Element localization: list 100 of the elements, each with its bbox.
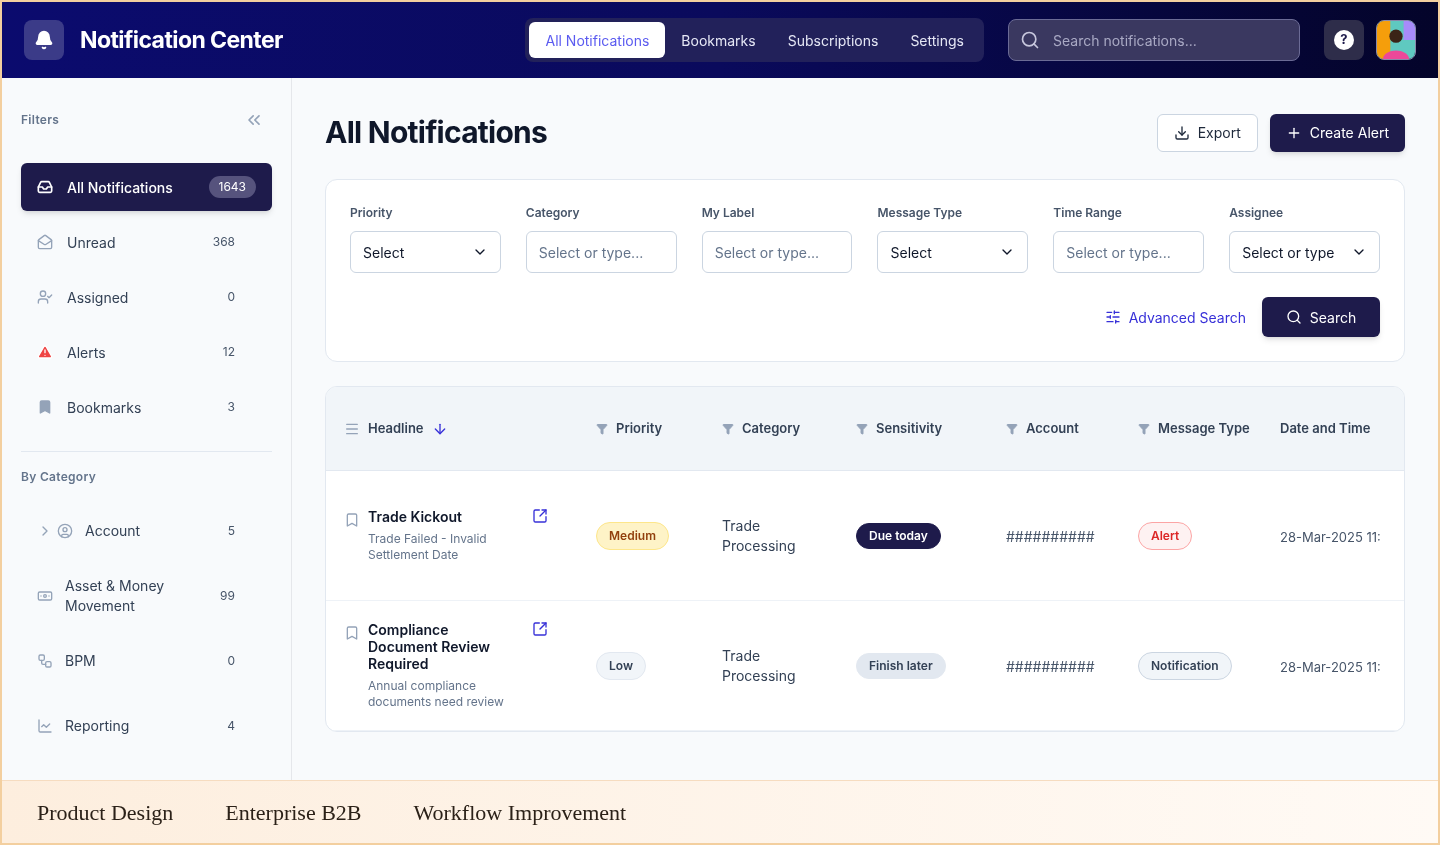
flow-icon bbox=[37, 652, 53, 669]
search-field[interactable]: Search notifications... bbox=[1008, 19, 1300, 61]
priority-badge: Low bbox=[596, 651, 646, 680]
inbox-icon bbox=[37, 179, 53, 195]
filter-item[interactable]: Assigned 0 bbox=[21, 273, 272, 321]
headline: Trade Kickout bbox=[368, 508, 463, 525]
category-count: 4 bbox=[227, 716, 235, 735]
category-count: 5 bbox=[227, 521, 235, 540]
column-header[interactable]: Date and Time bbox=[1280, 418, 1404, 439]
nav-tab[interactable]: Subscriptions bbox=[771, 22, 895, 58]
account-cell: ########## bbox=[1006, 657, 1095, 675]
field-label: Message Type bbox=[877, 204, 964, 222]
column-header[interactable]: Sensitivity bbox=[856, 418, 1006, 439]
category-item[interactable]: Asset & Money Movement 99 bbox=[21, 563, 272, 628]
account-cell: ########## bbox=[1006, 527, 1095, 545]
category-count: 0 bbox=[227, 651, 235, 670]
app-title: Notification Center bbox=[80, 24, 283, 56]
date-cell: 28-Mar-2025 11: bbox=[1280, 528, 1381, 545]
filter-icon bbox=[596, 422, 608, 435]
message-type-badge: Alert bbox=[1138, 521, 1193, 550]
category-item[interactable]: Account 5 bbox=[21, 498, 272, 563]
create-alert-button[interactable]: Create Alert bbox=[1269, 113, 1405, 152]
sensitivity-badge: Finish later bbox=[856, 653, 946, 679]
category-item[interactable]: Reporting 4 bbox=[21, 693, 272, 758]
column-header[interactable]: Priority bbox=[596, 418, 722, 439]
filter-icon bbox=[1138, 422, 1150, 435]
chart-icon bbox=[37, 717, 53, 734]
search-button[interactable]: Search bbox=[1262, 297, 1380, 337]
category-label: Reporting bbox=[65, 715, 131, 736]
headline-detail: Annual compliance documents need review bbox=[368, 678, 505, 710]
category-count: 99 bbox=[220, 586, 235, 605]
filter-icon bbox=[722, 422, 734, 435]
category-label: BPM bbox=[65, 650, 97, 671]
item-count: 3 bbox=[227, 398, 235, 416]
category-cell-text: Trade Processing bbox=[722, 515, 797, 556]
page-title: All Notifications bbox=[325, 113, 548, 152]
field-label: Time Range bbox=[1053, 204, 1123, 222]
headline: Compliance Document Review Required bbox=[368, 621, 491, 672]
user-icon bbox=[57, 522, 73, 539]
date-cell: 28-Mar-2025 11: bbox=[1280, 658, 1381, 675]
filter-label: All Notifications bbox=[67, 177, 174, 198]
advanced-search-link[interactable]: Advanced Search bbox=[1104, 306, 1246, 328]
filter-item[interactable]: Alerts 12 bbox=[21, 328, 272, 376]
avatar[interactable] bbox=[1376, 20, 1416, 60]
field-label: Category bbox=[525, 204, 581, 222]
select-field[interactable]: Select bbox=[350, 231, 501, 273]
column-header[interactable]: Category bbox=[722, 418, 856, 439]
message-type-badge: Notification bbox=[1138, 651, 1232, 680]
count-badge: 1643 bbox=[208, 176, 256, 198]
column-header[interactable]: Account bbox=[1006, 418, 1138, 439]
section-title: By Category bbox=[21, 468, 98, 486]
filter-icon bbox=[856, 422, 868, 435]
bell-icon bbox=[24, 20, 64, 60]
nav-tab[interactable]: Settings bbox=[894, 22, 980, 58]
bookmark-icon bbox=[37, 399, 53, 415]
filter-label: Unread bbox=[67, 232, 117, 253]
nav-tab[interactable]: All Notifications bbox=[529, 22, 666, 58]
category-cell-text: Trade Processing bbox=[722, 645, 797, 686]
bookmark-icon[interactable] bbox=[344, 625, 360, 641]
filter-item[interactable]: All Notifications 1643 bbox=[21, 163, 272, 211]
filter-label: Assigned bbox=[67, 287, 130, 308]
select-field[interactable]: Select bbox=[877, 231, 1029, 273]
nav-tab[interactable]: Bookmarks bbox=[665, 22, 772, 58]
column-header[interactable]: Headline bbox=[344, 418, 596, 439]
field-label: Assignee bbox=[1229, 204, 1285, 222]
input-field[interactable]: Select or type... bbox=[525, 231, 677, 273]
column-header[interactable]: Message Type bbox=[1138, 418, 1280, 439]
item-count: 368 bbox=[212, 233, 235, 251]
item-count: 0 bbox=[227, 288, 235, 306]
filter-item[interactable]: Unread 368 bbox=[21, 218, 272, 266]
search-icon bbox=[1285, 309, 1302, 325]
bookmark-icon[interactable] bbox=[344, 512, 360, 528]
input-field[interactable]: Select or type... bbox=[1053, 231, 1205, 273]
field-label: Priority bbox=[350, 204, 394, 222]
project-tag: Enterprise B2B bbox=[225, 795, 362, 829]
project-tag: Workflow Improvement bbox=[413, 795, 627, 829]
select-field[interactable]: Select or type bbox=[1229, 231, 1380, 273]
external-link-icon[interactable] bbox=[532, 508, 548, 524]
warning-icon bbox=[37, 344, 53, 360]
user-check-icon bbox=[37, 289, 53, 305]
field-label: My Label bbox=[701, 204, 756, 222]
help-button[interactable]: ? bbox=[1324, 20, 1364, 60]
filter-icon bbox=[1006, 422, 1018, 435]
sensitivity-badge: Due today bbox=[856, 523, 941, 549]
project-tag: Product Design bbox=[37, 795, 174, 829]
filter-item[interactable]: Bookmarks 3 bbox=[21, 383, 272, 431]
envelope-icon bbox=[37, 234, 53, 250]
sidebar-title: Filters bbox=[21, 111, 60, 129]
external-link-icon[interactable] bbox=[532, 621, 548, 637]
export-button[interactable]: Export bbox=[1156, 113, 1258, 152]
priority-badge: Medium bbox=[596, 521, 669, 550]
input-field[interactable]: Select or type... bbox=[701, 231, 853, 273]
category-label: Asset & Money Movement bbox=[65, 575, 166, 616]
sliders-icon bbox=[1104, 309, 1121, 325]
headline-detail: Trade Failed - Invalid Settlement Date bbox=[368, 531, 488, 563]
category-item[interactable]: BPM 0 bbox=[21, 628, 272, 693]
filter-label: Bookmarks bbox=[67, 397, 143, 418]
item-count: 12 bbox=[222, 343, 235, 361]
filter-label: Alerts bbox=[67, 342, 107, 363]
download-icon bbox=[1173, 124, 1190, 141]
